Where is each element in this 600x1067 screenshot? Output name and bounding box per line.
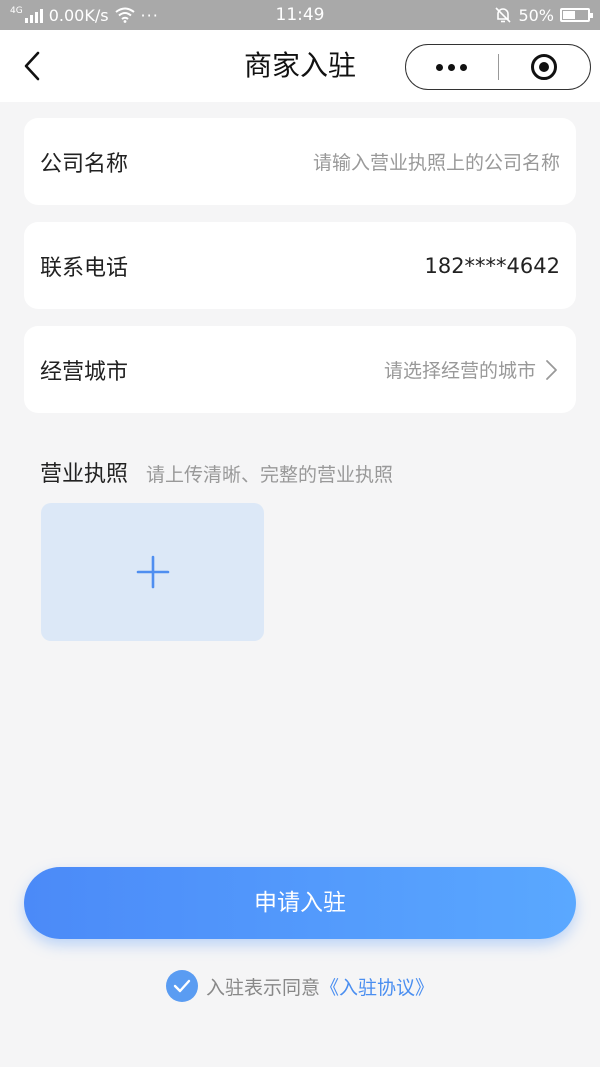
business-license-hint: 请上传清晰、完整的营业执照 [146, 464, 394, 486]
company-name-field[interactable]: 公司名称 请输入营业执照上的公司名称 [24, 118, 576, 205]
battery-icon [560, 8, 593, 22]
plus-icon [136, 555, 169, 589]
more-status-icon: ··· [140, 5, 159, 25]
chevron-right-icon [546, 359, 557, 380]
check-icon [173, 979, 191, 993]
close-mini-program-button[interactable] [499, 45, 591, 89]
agreement-link[interactable]: 《入驻协议》 [320, 973, 434, 1000]
company-name-placeholder[interactable]: 请输入营业执照上的公司名称 [128, 148, 560, 175]
agreement-row: 入驻表示同意 《入驻协议》 [0, 968, 600, 1004]
mini-program-capsule [405, 44, 591, 90]
contact-phone-value[interactable]: 182****4642 [128, 254, 560, 278]
bell-muted-icon [495, 7, 512, 23]
wifi-icon [114, 7, 135, 23]
business-city-placeholder[interactable]: 请选择经营的城市 [128, 356, 536, 383]
more-menu-button[interactable] [406, 45, 498, 89]
network-speed: 0.00K/s [48, 5, 109, 25]
business-city-label: 经营城市 [40, 359, 129, 385]
back-button[interactable] [14, 48, 50, 84]
company-name-label: 公司名称 [40, 151, 129, 177]
status-bar: 4G 0.00K/s ··· 11:49 50% [0, 0, 600, 30]
business-city-selector[interactable]: 经营城市 请选择经营的城市 [24, 326, 576, 413]
agreement-text: 入驻表示同意 [205, 976, 320, 999]
business-license-row: 营业执照 请上传清晰、完整的营业执照 [40, 456, 393, 488]
target-icon [531, 54, 558, 80]
business-license-label: 营业执照 [40, 462, 129, 487]
contact-phone-field[interactable]: 联系电话 182****4642 [24, 222, 576, 309]
agreement-checkbox[interactable] [165, 970, 198, 1002]
contact-phone-label: 联系电话 [40, 255, 129, 281]
nav-bar: 商家入驻 [0, 30, 600, 102]
network-label: 4G [10, 5, 23, 16]
battery-percent: 50% [518, 5, 554, 25]
apply-submit-button[interactable]: 申请入驻 [24, 867, 576, 939]
signal-icon [24, 7, 43, 23]
license-upload-button[interactable] [41, 503, 264, 641]
chevron-left-icon [24, 51, 40, 81]
